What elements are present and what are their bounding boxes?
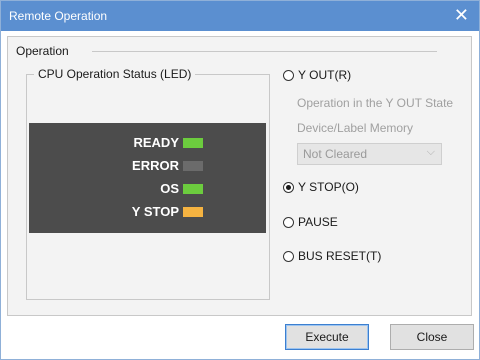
device-label-memory-label: Device/Label Memory	[297, 121, 414, 135]
led-label-ready: READY	[133, 135, 179, 150]
radio-y-out-label: Y OUT(R)	[298, 68, 352, 82]
y-out-state-label: Operation in the Y OUT State	[297, 96, 454, 110]
close-icon[interactable]: ✕	[454, 5, 469, 25]
radio-y-out-circle[interactable]	[283, 69, 294, 81]
y-stop-led-indicator	[183, 207, 203, 217]
radio-pause-circle[interactable]	[283, 216, 294, 228]
window-title: Remote Operation	[9, 9, 108, 23]
device-memory-select[interactable]: Not Cleared ⌵	[297, 143, 442, 165]
radio-bus-reset-label: BUS RESET(T)	[298, 249, 382, 263]
ready-led-indicator	[183, 138, 203, 148]
radio-y-out[interactable]: Y OUT(R)	[283, 68, 351, 82]
led-label-y-stop: Y STOP	[131, 204, 179, 219]
radio-bus-reset-circle[interactable]	[283, 250, 294, 262]
execute-button[interactable]: Execute	[285, 324, 369, 350]
os-led-indicator	[183, 184, 203, 194]
cpu-status-group-title: CPU Operation Status (LED)	[34, 67, 196, 81]
radio-y-stop-circle[interactable]	[283, 181, 294, 193]
device-memory-select-value: Not Cleared	[303, 147, 368, 161]
chevron-down-icon: ⌵	[426, 146, 435, 158]
operation-divider	[92, 51, 437, 52]
led-label-error: ERROR	[132, 158, 179, 173]
title-bar: Remote Operation ✕	[1, 1, 479, 31]
close-button[interactable]: Close	[390, 324, 474, 350]
led-label-os: OS	[160, 181, 179, 196]
led-panel: READY ERROR OS Y STOP	[29, 123, 266, 233]
radio-y-stop[interactable]: Y STOP(O)	[283, 180, 359, 194]
radio-bus-reset[interactable]: BUS RESET(T)	[283, 249, 381, 263]
error-led-indicator	[183, 161, 203, 171]
operation-section-label: Operation	[16, 44, 73, 58]
radio-y-stop-label: Y STOP(O)	[298, 180, 359, 194]
radio-pause[interactable]: PAUSE	[283, 215, 338, 229]
radio-pause-label: PAUSE	[298, 215, 338, 229]
